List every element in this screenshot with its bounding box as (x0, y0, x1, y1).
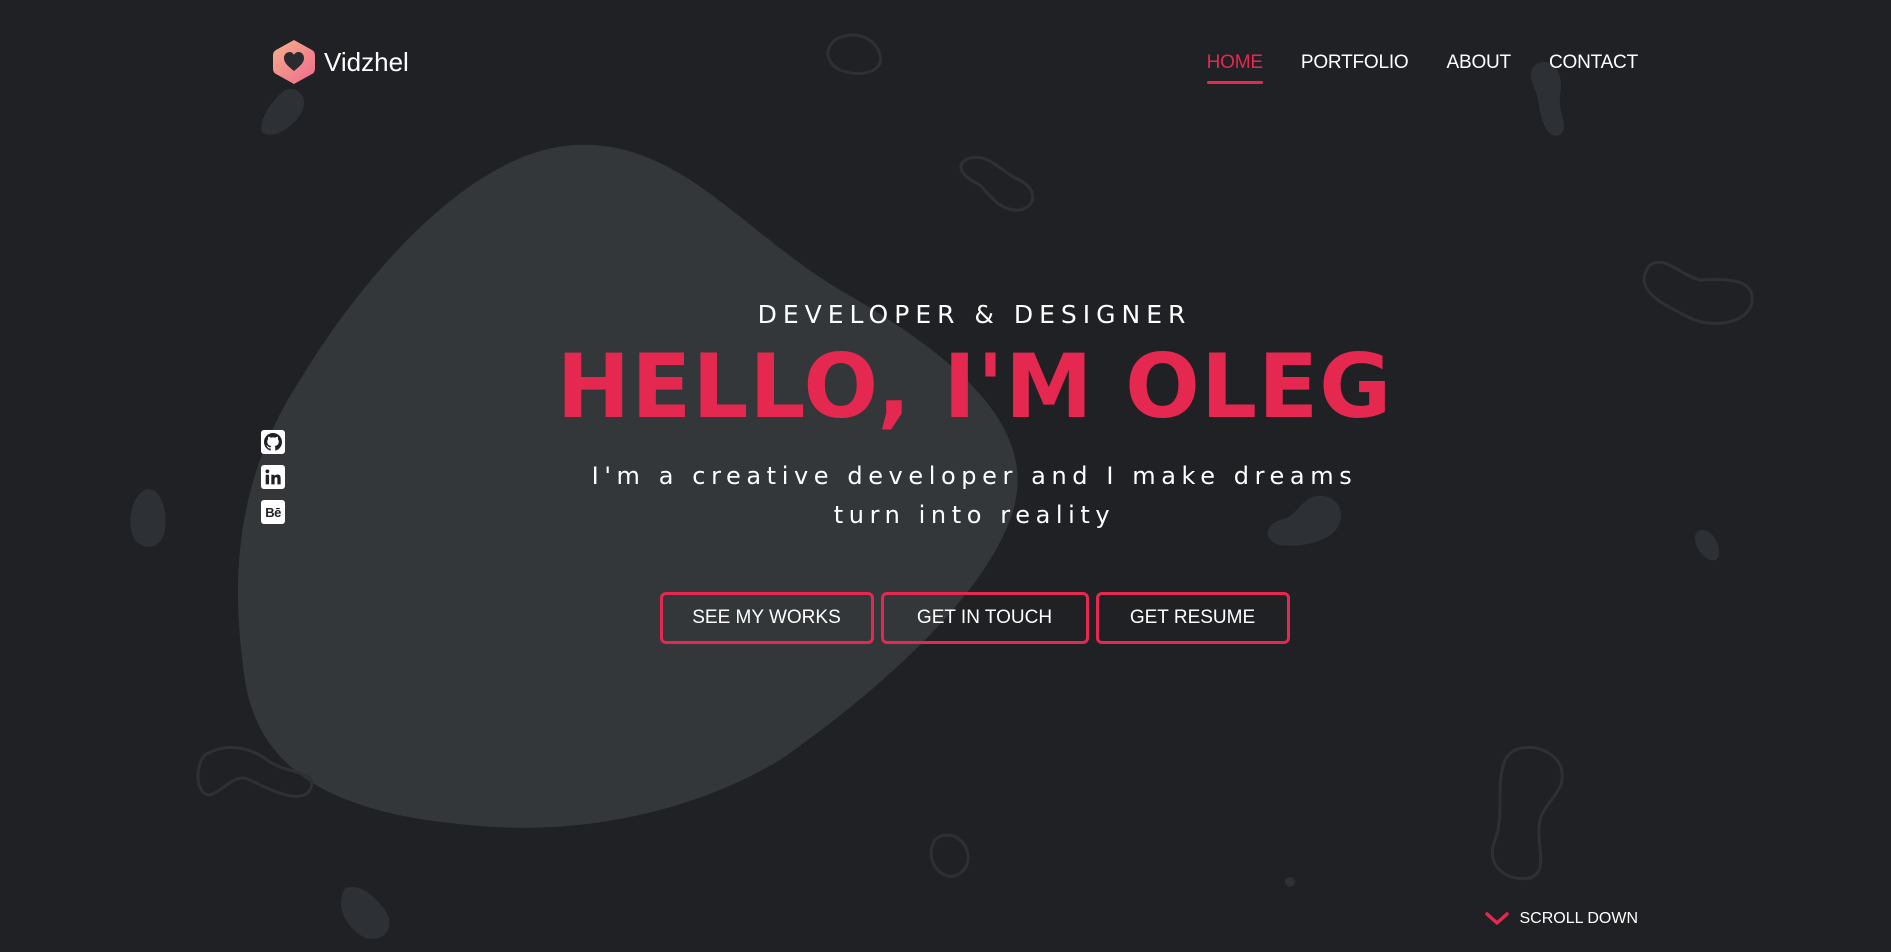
chevron-down-icon (1485, 912, 1510, 925)
main-nav: HOME PORTFOLIO ABOUT CONTACT (1206, 52, 1638, 84)
scroll-down-label: SCROLL DOWN (1519, 910, 1638, 927)
hero-actions: SEE MY WORKS GET IN TOUCH GET RESUME (0, 592, 1891, 644)
scroll-down-button[interactable]: SCROLL DOWN (1485, 910, 1638, 928)
get-in-touch-button[interactable]: GET IN TOUCH (880, 592, 1089, 644)
hero-headline: HELLO, I'M OLEG (556, 335, 1393, 438)
nav-item-about[interactable]: ABOUT (1447, 52, 1512, 84)
get-resume-button[interactable]: GET RESUME (1095, 592, 1290, 644)
hero-subtitle: I'm a creative developer and I make drea… (591, 462, 1358, 529)
brand-logo-link[interactable]: Vidzhel (272, 38, 409, 86)
hero: DEVELOPER & DESIGNER HELLO, I'M OLEG I'm… (0, 300, 1891, 535)
page: Vidzhel HOME PORTFOLIO ABOUT CONTACT Bē … (0, 0, 1891, 952)
nav-item-home[interactable]: HOME (1206, 52, 1264, 84)
brand-name: Vidzhel (324, 46, 409, 77)
nav-item-contact[interactable]: CONTACT (1549, 52, 1638, 84)
heart-hexagon-icon (273, 40, 315, 84)
see-my-works-button[interactable]: SEE MY WORKS (659, 592, 874, 644)
hero-tagline: DEVELOPER & DESIGNER (757, 300, 1192, 329)
nav-item-portfolio[interactable]: PORTFOLIO (1301, 52, 1409, 84)
